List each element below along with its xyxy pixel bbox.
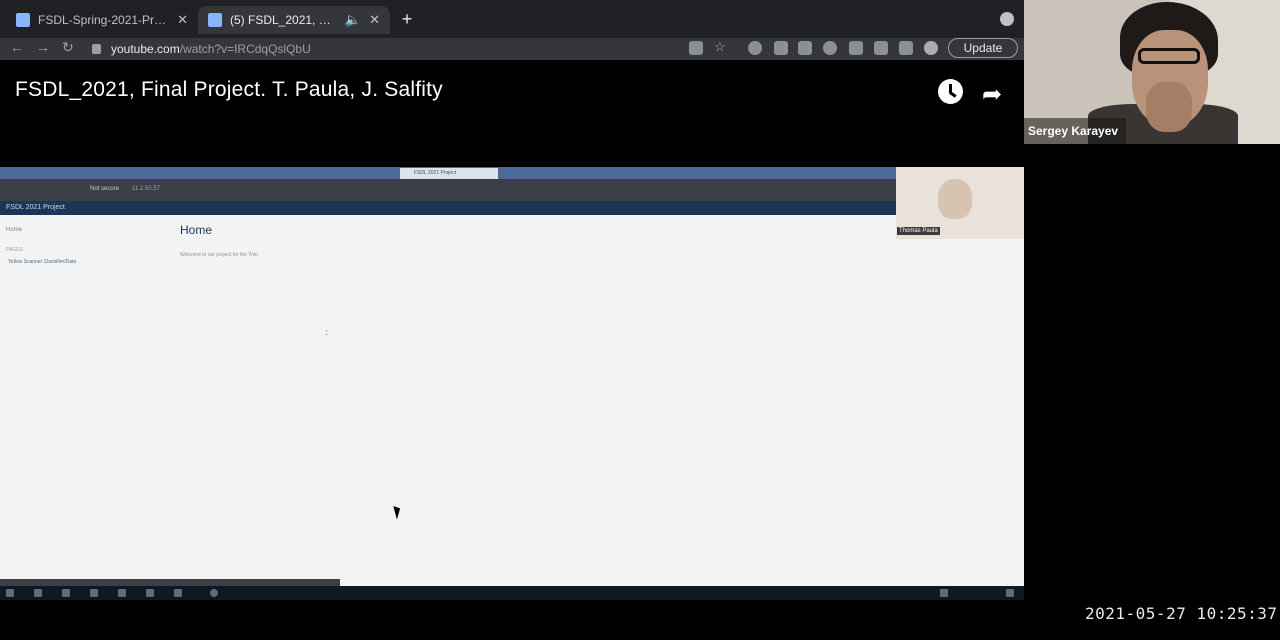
- inner-taskbar: [0, 586, 1024, 600]
- taskbar-app-icon: [210, 589, 218, 597]
- inner-tab: FSDL 2021 Project: [400, 168, 498, 179]
- taskbar-app-icon: [146, 589, 154, 597]
- inner-sidebar-link: Yellow Scanner Classifier/Data: [8, 259, 77, 265]
- inner-not-secure: Not secure: [90, 186, 120, 192]
- install-icon[interactable]: [689, 41, 703, 55]
- inner-tab-strip: FSDL 2021 Project: [0, 167, 896, 179]
- watch-later-icon[interactable]: [938, 79, 963, 104]
- recording-timestamp: 2021-05-27 10:25:37: [1085, 604, 1278, 623]
- new-tab-button[interactable]: +: [398, 8, 416, 32]
- reload-icon[interactable]: ↻: [62, 39, 74, 56]
- extension-g-icon[interactable]: [748, 41, 762, 55]
- youtube-tab-icon: [208, 13, 222, 27]
- address-host: youtube.com: [111, 42, 180, 56]
- tray-icon: [940, 589, 948, 597]
- browser-tab-strip: FSDL-Spring-2021-Projects - … ✕ (5) FSDL…: [0, 0, 1024, 38]
- close-tab-icon[interactable]: ✕: [177, 12, 188, 28]
- video-player[interactable]: FSDL 2021 Project Not secure 11.2.50.57 …: [0, 167, 1024, 600]
- tab-fsdl-projects[interactable]: FSDL-Spring-2021-Projects - … ✕: [6, 6, 198, 34]
- close-tab-icon[interactable]: ✕: [369, 12, 380, 28]
- avatar[interactable]: [924, 41, 938, 55]
- taskbar-app-icon: [90, 589, 98, 597]
- inner-toolbar: Not secure 11.2.50.57: [0, 179, 896, 201]
- forward-icon[interactable]: →: [36, 39, 50, 55]
- inner-status-bar: [0, 579, 340, 586]
- inner-app-title: FSDL 2021 Project: [0, 201, 896, 215]
- taskbar-app-icon: [118, 589, 126, 597]
- puzzle-icon[interactable]: [849, 41, 863, 55]
- docs-icon: [16, 13, 30, 27]
- extension-icon[interactable]: [774, 41, 788, 55]
- taskbar-app-icon: [174, 589, 182, 597]
- inner-page-heading: Home: [180, 223, 213, 237]
- start-icon: [6, 589, 14, 597]
- update-button[interactable]: Update: [948, 38, 1018, 58]
- notification-icon: [1006, 589, 1014, 597]
- taskbar-app-icon: [62, 589, 70, 597]
- inner-sidebar-section: PAGES: [6, 247, 23, 253]
- tab-search-icon[interactable]: [1000, 12, 1014, 26]
- inner-sidebar-home: Home: [6, 227, 23, 233]
- inner-webcam: Thomas Paula: [896, 167, 1024, 239]
- inner-page-welcome: Welcome to our project for the Yolo: [180, 252, 258, 258]
- github-icon[interactable]: [823, 41, 837, 55]
- lock-icon: [92, 44, 101, 54]
- tab-title: (5) FSDL_2021, Final Proj…: [230, 13, 337, 27]
- inner-address: 11.2.50.57: [132, 186, 160, 192]
- cast-icon[interactable]: [874, 41, 888, 55]
- inner-webcam-name: Thomas Paula: [897, 227, 940, 235]
- tab-youtube-video[interactable]: (5) FSDL_2021, Final Proj… 🔈 ✕: [198, 6, 390, 34]
- browser-toolbar: ← → ↻ youtube.com /watch?v=IRCdqQslQbU: [0, 38, 1024, 60]
- bookmark-star-icon[interactable]: ☆: [714, 39, 728, 54]
- presenter-webcam: Sergey Karayev: [1024, 0, 1280, 144]
- extension-icon[interactable]: [798, 41, 812, 55]
- presenter-name: Sergey Karayev: [1024, 118, 1127, 144]
- reading-list-icon[interactable]: [899, 41, 913, 55]
- text-cursor-icon: ⌶: [325, 331, 329, 337]
- taskbar-app-icon: [34, 589, 42, 597]
- back-icon[interactable]: ←: [10, 39, 24, 55]
- mouse-pointer-icon: [393, 504, 403, 520]
- presenter-hand: [1146, 82, 1192, 132]
- address-path: /watch?v=IRCdqQslQbU: [179, 42, 311, 56]
- tab-title: FSDL-Spring-2021-Projects - …: [38, 13, 169, 27]
- glasses-icon: [1138, 48, 1200, 64]
- video-title: FSDL_2021, Final Project. T. Paula, J. S…: [15, 78, 443, 101]
- person-silhouette: [938, 179, 972, 219]
- audio-icon[interactable]: 🔈: [345, 12, 361, 28]
- share-icon[interactable]: ➦: [982, 80, 1002, 109]
- address-bar[interactable]: youtube.com /watch?v=IRCdqQslQbU: [92, 39, 311, 59]
